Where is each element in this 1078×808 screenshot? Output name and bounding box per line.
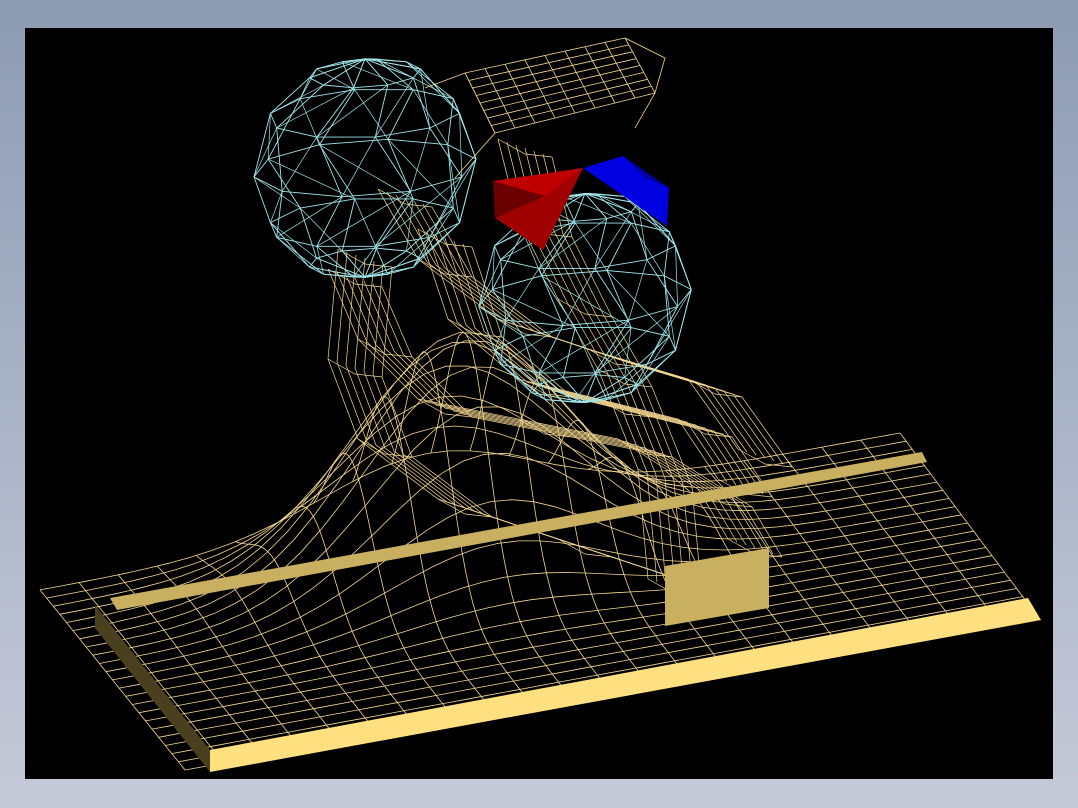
gold-panel — [665, 548, 769, 626]
red-pyramid — [493, 168, 583, 250]
wire-sphere-left — [253, 58, 477, 278]
base-plate-back-rail — [110, 452, 927, 610]
viewport — [25, 28, 1053, 779]
blue-pyramid — [583, 156, 669, 226]
base-plate-front — [210, 598, 1041, 772]
wireframe-scene — [39, 37, 1041, 772]
base-plate-side — [95, 605, 210, 772]
